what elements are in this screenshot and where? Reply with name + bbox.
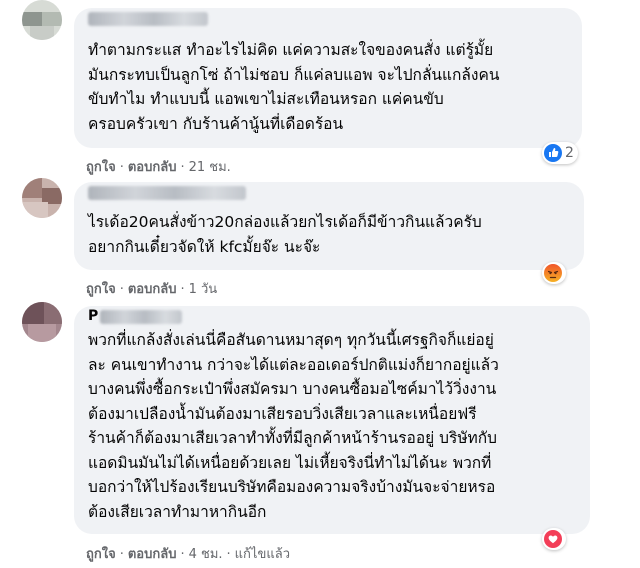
reply-link[interactable]: ตอบกลับ — [128, 160, 177, 175]
reply-link[interactable]: ตอบกลับ — [128, 282, 177, 297]
author-initial[interactable]: P — [88, 308, 98, 324]
edited-label[interactable]: แก้ไขแล้ว — [235, 547, 290, 562]
comment-text: ไรเด้อ20คนสั่งข้าว20กล่องแล้วยกไรเด้อก็ม… — [88, 213, 482, 256]
comment-bubble: ทำตามกระแส ทำอะไรไม่คิด แค่ความสะใจของคน… — [74, 8, 582, 148]
reaction-summary[interactable] — [542, 528, 566, 550]
reaction-count: 2 — [565, 145, 574, 161]
comment-bubble: P พวกที่แกล้งสั่งเล่นนี่คือสันดานหมาสุดๆ… — [74, 306, 590, 534]
comment-actions: ถูกใจ · ตอบกลับ · 1 วัน — [86, 282, 218, 297]
comment-actions: ถูกใจ · ตอบกลับ · 4 ชม. · แก้ไขแล้ว — [86, 547, 290, 562]
avatar[interactable] — [22, 0, 62, 40]
timestamp[interactable]: 4 ชม. — [189, 547, 223, 562]
reply-link[interactable]: ตอบกลับ — [128, 547, 177, 562]
like-link[interactable]: ถูกใจ — [86, 547, 116, 562]
like-link[interactable]: ถูกใจ — [86, 282, 116, 297]
avatar[interactable] — [22, 302, 62, 342]
avatar[interactable] — [22, 178, 62, 218]
reaction-summary[interactable] — [542, 262, 566, 284]
author-name-blurred[interactable] — [100, 310, 182, 324]
author-name-blurred[interactable] — [88, 186, 246, 200]
comment-text: พวกที่แกล้งสั่งเล่นนี่คือสันดานหมาสุดๆ ท… — [88, 331, 499, 521]
author-name-blurred[interactable] — [88, 12, 208, 26]
comment-2: ไรเด้อ20คนสั่งข้าว20กล่องแล้วยกไรเด้อก็ม… — [0, 178, 640, 302]
like-link[interactable]: ถูกใจ — [86, 160, 116, 175]
comment-3: P พวกที่แกล้งสั่งเล่นนี่คือสันดานหมาสุดๆ… — [0, 302, 640, 568]
timestamp[interactable]: 21 ชม. — [189, 160, 231, 175]
comment-actions: ถูกใจ · ตอบกลับ · 21 ชม. — [86, 160, 231, 175]
like-icon — [544, 144, 562, 162]
reaction-summary[interactable]: 2 — [542, 142, 578, 164]
angry-icon — [544, 264, 562, 282]
timestamp[interactable]: 1 วัน — [189, 282, 218, 297]
comment-1: ทำตามกระแส ทำอะไรไม่คิด แค่ความสะใจของคน… — [0, 0, 640, 178]
love-icon — [544, 530, 562, 548]
comment-bubble: ไรเด้อ20คนสั่งข้าว20กล่องแล้วยกไรเด้อก็ม… — [74, 182, 584, 270]
comment-text: ทำตามกระแส ทำอะไรไม่คิด แค่ความสะใจของคน… — [88, 41, 500, 133]
